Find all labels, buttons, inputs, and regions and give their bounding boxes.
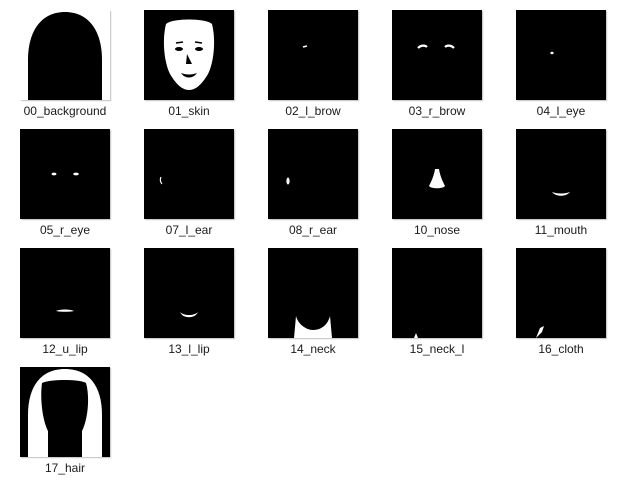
file-item-17_hair[interactable]: 17_hair bbox=[10, 367, 120, 479]
file-name-label: 00_background bbox=[23, 104, 107, 118]
file-item-04_l_eye[interactable]: 04_l_eye bbox=[506, 10, 616, 122]
file-name-label: 13_l_lip bbox=[168, 342, 210, 356]
neck-l-mask-thumbnail bbox=[392, 248, 482, 338]
file-name-label: 14_neck bbox=[290, 342, 336, 356]
left-brow-mask-thumbnail bbox=[268, 10, 358, 100]
file-name-label: 16_cloth bbox=[538, 342, 584, 356]
file-item-07_l_ear[interactable]: 07_l_ear bbox=[134, 129, 244, 241]
hair-mask-thumbnail bbox=[20, 367, 110, 457]
file-name-label: 04_l_eye bbox=[536, 104, 586, 118]
file-name-label: 08_r_ear bbox=[288, 223, 338, 237]
file-item-16_cloth[interactable]: 16_cloth bbox=[506, 248, 616, 360]
file-name-label: 02_l_brow bbox=[285, 104, 341, 118]
file-item-01_skin[interactable]: 01_skin bbox=[134, 10, 244, 122]
file-item-11_mouth[interactable]: 11_mouth bbox=[506, 129, 616, 241]
file-item-00_background[interactable]: 00_background bbox=[10, 10, 120, 122]
file-name-label: 07_l_ear bbox=[165, 223, 213, 237]
file-name-label: 10_nose bbox=[413, 223, 461, 237]
file-name-label: 03_r_brow bbox=[408, 104, 466, 118]
file-item-02_l_brow[interactable]: 02_l_brow bbox=[258, 10, 368, 122]
file-name-label: 15_neck_l bbox=[409, 342, 465, 356]
file-item-05_r_eye[interactable]: 05_r_eye bbox=[10, 129, 120, 241]
left-ear-mask-thumbnail bbox=[144, 129, 234, 219]
neck-mask-thumbnail bbox=[268, 248, 358, 338]
file-item-15_neck_l[interactable]: 15_neck_l bbox=[382, 248, 492, 360]
right-ear-mask-thumbnail bbox=[268, 129, 358, 219]
right-brow-mask-thumbnail bbox=[392, 10, 482, 100]
file-item-13_l_lip[interactable]: 13_l_lip bbox=[134, 248, 244, 360]
mouth-mask-thumbnail bbox=[516, 129, 606, 219]
nose-mask-thumbnail bbox=[392, 129, 482, 219]
right-eye-mask-thumbnail bbox=[20, 129, 110, 219]
lower-lip-mask-thumbnail bbox=[144, 248, 234, 338]
file-item-14_neck[interactable]: 14_neck bbox=[258, 248, 368, 360]
upper-lip-mask-thumbnail bbox=[20, 248, 110, 338]
background-mask-thumbnail bbox=[20, 10, 110, 100]
file-name-label: 12_u_lip bbox=[42, 342, 88, 356]
file-name-label: 01_skin bbox=[168, 104, 210, 118]
file-item-08_r_ear[interactable]: 08_r_ear bbox=[258, 129, 368, 241]
file-item-03_r_brow[interactable]: 03_r_brow bbox=[382, 10, 492, 122]
file-name-label: 17_hair bbox=[44, 461, 86, 475]
file-name-label: 11_mouth bbox=[534, 223, 588, 237]
left-eye-mask-thumbnail bbox=[516, 10, 606, 100]
cloth-mask-thumbnail bbox=[516, 248, 606, 338]
file-name-label: 05_r_eye bbox=[39, 223, 91, 237]
file-item-10_nose[interactable]: 10_nose bbox=[382, 129, 492, 241]
file-item-12_u_lip[interactable]: 12_u_lip bbox=[10, 248, 120, 360]
skin-mask-thumbnail bbox=[144, 10, 234, 100]
